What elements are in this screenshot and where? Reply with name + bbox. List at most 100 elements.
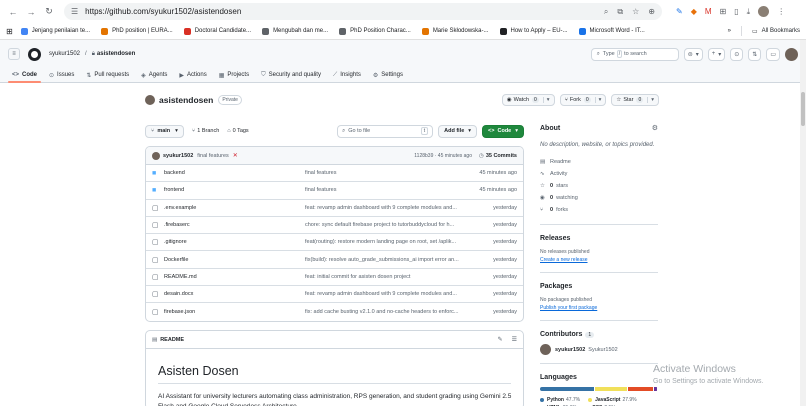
file-commit-message[interactable]: final features — [305, 187, 479, 193]
create-new-button[interactable]: + ▾ — [707, 47, 726, 61]
file-commit-message[interactable]: fix: add cache busting v2.1.0 and no-cac… — [305, 309, 493, 315]
file-commit-message[interactable]: fix(build): resolve auto_grade_submissio… — [305, 257, 493, 263]
about-link-readme[interactable]: ▤ Readme — [540, 156, 658, 168]
gear-icon[interactable]: ⚙ — [652, 124, 658, 132]
language-item[interactable]: JavaScript 27.9% — [588, 397, 637, 403]
file-commit-message[interactable]: final features — [305, 170, 479, 176]
zoom-icon[interactable]: ⌕ — [604, 7, 608, 17]
file-row[interactable]: ▢ .gitignore feat(routing): restore modern… — [146, 234, 523, 252]
bookmark-item[interactable]: Marie Skłodowska-... — [421, 27, 489, 35]
outline-icon[interactable]: ☰ — [512, 336, 517, 343]
url-text[interactable]: https://github.com/syukur1502/asistendos… — [85, 7, 604, 16]
hamburger-icon[interactable]: ≡ — [8, 48, 20, 60]
watch-caret-icon[interactable]: ▾ — [542, 97, 550, 103]
fork-caret-icon[interactable]: ▾ — [594, 97, 601, 103]
copilot-button[interactable]: ⊜ ▾ — [683, 47, 703, 61]
readme-tab[interactable]: README — [160, 337, 184, 343]
fork-button[interactable]: ⑂ Fork 0 ▾ — [559, 94, 607, 106]
search-input[interactable]: ⌕ Type / to search — [590, 47, 679, 61]
edit-pencil-icon[interactable]: ✎ — [498, 336, 503, 343]
scrollbar-thumb[interactable] — [801, 92, 805, 126]
breadcrumb-repo[interactable]: asistendosen — [97, 51, 135, 57]
more-bookmarks-icon[interactable]: » — [728, 28, 731, 34]
file-row[interactable]: ■ frontend final features 45 minutes ago — [146, 182, 523, 200]
file-row[interactable]: ▢ desain.docx feat: revamp admin dashboard… — [146, 286, 523, 304]
tab-pull-requests[interactable]: ⇅ Pull requests — [82, 68, 133, 82]
file-name[interactable]: desain.docx — [164, 291, 305, 297]
repo-title[interactable]: asistendosen — [159, 95, 213, 105]
contributor-avatar[interactable] — [540, 344, 551, 355]
star-button[interactable]: ☆ Star 0 ▾ — [611, 94, 659, 106]
bookmark-item[interactable]: Mengubah dan me... — [262, 27, 328, 35]
back-icon[interactable]: ← — [6, 5, 20, 19]
file-row[interactable]: ▢ README.md feat: initial commit for asist… — [146, 269, 523, 287]
file-row[interactable]: ▢ firebase.json fix: add cache busting v2.… — [146, 303, 523, 320]
sidepanel-icon[interactable]: ▯ — [734, 7, 738, 16]
bookmark-star-icon[interactable]: ☆ — [632, 7, 639, 17]
github-logo-icon[interactable] — [28, 47, 41, 61]
downloads-icon[interactable]: ⤓ — [747, 7, 751, 17]
code-button[interactable]: <> Code ▾ — [482, 124, 524, 138]
site-info-icon[interactable]: ☰ — [71, 7, 78, 16]
menu-icon[interactable]: ⋮ — [777, 7, 785, 16]
address-bar[interactable]: ☰ https://github.com/syukur1502/asistend… — [64, 3, 662, 20]
star-caret-icon[interactable]: ▾ — [647, 97, 654, 103]
profile-avatar[interactable] — [758, 6, 770, 17]
file-row[interactable]: ■ backend final features 45 minutes ago — [146, 165, 523, 183]
tab-security-and-quality[interactable]: ⛉ Security and quality — [257, 68, 325, 82]
file-name[interactable]: .firebaserc — [164, 222, 305, 228]
bookmark-item[interactable]: PhD Position Charac... — [339, 27, 411, 35]
commit-meta[interactable]: 1128b39 · 45 minutes ago — [414, 153, 472, 159]
page-scrollbar[interactable] — [800, 40, 806, 406]
packages-heading[interactable]: Packages — [540, 283, 658, 290]
tab-issues[interactable]: ⊙ Issues — [45, 68, 78, 82]
file-name[interactable]: firebase.json — [164, 309, 305, 315]
file-name[interactable]: .gitignore — [164, 239, 305, 245]
publish-package-link[interactable]: Publish your first package — [540, 304, 658, 312]
tab-settings[interactable]: ⚙ Settings — [369, 68, 407, 82]
bookmark-item[interactable]: How to Apply – EU-... — [499, 27, 568, 35]
file-name[interactable]: README.md — [164, 274, 305, 280]
file-name[interactable]: backend — [164, 170, 305, 176]
branches-link[interactable]: ⑂ 1 Branch — [192, 128, 219, 134]
file-commit-message[interactable]: feat(routing): restore modern landing pa… — [305, 239, 493, 245]
install-icon[interactable]: ⧉ — [617, 7, 623, 17]
releases-heading[interactable]: Releases — [540, 235, 658, 242]
file-commit-message[interactable]: feat: initial commit for asisten dosen p… — [305, 274, 493, 280]
file-commit-message[interactable]: feat: revamp admin dashboard with 9 comp… — [305, 291, 493, 297]
apps-icon[interactable]: ⊞ — [6, 27, 13, 36]
pull-requests-button[interactable]: ⇅ — [748, 47, 762, 61]
create-release-link[interactable]: Create a new release — [540, 256, 658, 264]
language-item[interactable]: Python 47.7% — [540, 397, 580, 403]
about-link-stars[interactable]: ☆ 0 stars — [540, 180, 658, 192]
go-to-file-input[interactable]: ⌕ Go to file t — [337, 124, 434, 138]
extension-icon[interactable]: ⊕ — [648, 7, 655, 17]
extension-pen-icon[interactable]: ✎ — [676, 7, 683, 16]
forward-icon[interactable]: → — [24, 5, 38, 19]
user-avatar-button[interactable] — [785, 47, 798, 61]
tab-actions[interactable]: ▶ Actions — [175, 68, 210, 82]
commit-author-avatar[interactable] — [152, 151, 160, 160]
commits-link[interactable]: ◷ 35 Commits — [479, 153, 517, 159]
about-link-watching[interactable]: ◉ 0 watching — [540, 192, 658, 204]
owner-avatar[interactable] — [145, 95, 155, 105]
bookmark-item[interactable]: Jenjang penilaian te... — [20, 27, 90, 35]
tab-insights[interactable]: ⟋ Insights — [329, 68, 365, 82]
add-file-button[interactable]: Add file ▾ — [438, 124, 478, 138]
tab-agents[interactable]: ◈ Agents — [137, 68, 171, 82]
watch-button[interactable]: ◉ Watch 0 ▾ — [501, 94, 555, 106]
extension-mendeley-icon[interactable]: M — [705, 7, 712, 16]
extension-fire-icon[interactable]: ◆ — [691, 7, 697, 16]
file-row[interactable]: ▢ Dockerfile fix(build): resolve auto_grad… — [146, 251, 523, 269]
file-name[interactable]: .env.example — [164, 205, 305, 211]
file-commit-message[interactable]: chore: sync default firebase project to … — [305, 222, 493, 228]
extensions-puzzle-icon[interactable]: ⊞ — [720, 7, 727, 16]
file-commit-message[interactable]: feat: revamp admin dashboard with 9 comp… — [305, 205, 493, 211]
file-row[interactable]: ▢ .env.example feat: revamp admin dashboar… — [146, 200, 523, 217]
about-link-activity[interactable]: ∿ Activity — [540, 168, 658, 180]
file-row[interactable]: ▢ .firebaserc chore: sync default firebase… — [146, 217, 523, 235]
tab-code[interactable]: <> Code — [8, 68, 42, 83]
reload-icon[interactable]: ↻ — [42, 5, 56, 19]
about-link-forks[interactable]: ⑂ 0 forks — [540, 204, 658, 216]
file-name[interactable]: frontend — [164, 187, 305, 193]
